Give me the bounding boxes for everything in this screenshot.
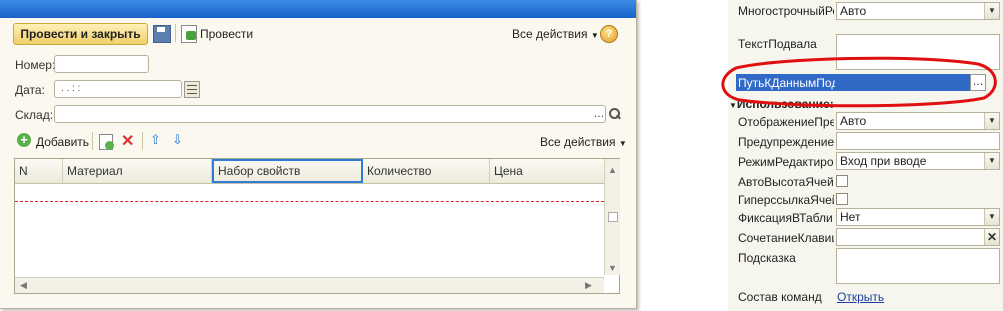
column-header-material[interactable]: Материал [63, 159, 212, 183]
chevron-down-icon: ▼ [618, 139, 627, 148]
shortcut-input[interactable]: ✕ [836, 228, 1000, 246]
auto-height-checkbox[interactable] [836, 175, 848, 187]
fixation-select[interactable]: Нет ▼ [836, 208, 1000, 226]
window-titlebar [0, 0, 636, 18]
horizontal-scrollbar[interactable]: ◀ ▶ [15, 277, 604, 293]
warning-input[interactable] [836, 132, 1000, 150]
dropdown-arrow-icon[interactable]: ▼ [984, 209, 999, 225]
dropdown-arrow-icon[interactable]: ▼ [984, 3, 999, 19]
document-form-window: Провести и закрыть Провести Все действия… [0, 0, 637, 309]
add-icon: + [17, 133, 31, 147]
property-label-warning: ПредупреждениеП [738, 135, 834, 149]
scroll-up-icon[interactable]: ▲ [608, 165, 617, 175]
column-header-price[interactable]: Цена [490, 159, 604, 183]
dropdown-arrow-icon[interactable]: ▼ [984, 113, 999, 129]
scroll-thumb[interactable] [608, 212, 618, 222]
materials-table[interactable]: N Материал Набор свойств Количество Цена… [14, 158, 620, 294]
display-warning-select[interactable]: Авто ▼ [836, 112, 1000, 130]
warehouse-label: Склад: [15, 108, 54, 122]
edit-mode-select[interactable]: Вход при вводе ▼ [836, 152, 1000, 170]
date-input[interactable]: . . : : [54, 80, 182, 98]
toolbar-separator [142, 132, 143, 150]
date-label: Дата: [15, 83, 45, 97]
search-icon[interactable] [607, 106, 621, 122]
number-input[interactable] [54, 55, 149, 73]
chevron-down-icon: ▼ [590, 31, 599, 40]
property-label-commands: Состав команд [738, 290, 822, 304]
delete-row-icon[interactable]: ✕ [121, 131, 134, 151]
add-row-button[interactable]: Добавить [36, 135, 89, 149]
move-up-icon[interactable]: ⇧ [150, 132, 161, 148]
toolbar-separator [92, 132, 93, 150]
post-and-close-button[interactable]: Провести и закрыть [13, 23, 148, 45]
calendar-icon[interactable] [184, 81, 200, 98]
post-button[interactable]: Провести [200, 27, 253, 41]
property-label-hyperlink: ГиперссылкаЯчей [738, 193, 834, 207]
fixation-value: Нет [840, 210, 861, 224]
property-label-tooltip: Подсказка [738, 251, 796, 265]
copy-row-icon[interactable] [99, 134, 114, 150]
all-actions-label: Все действия [512, 27, 588, 41]
scroll-left-icon[interactable]: ◀ [20, 280, 27, 291]
property-label-auto-height: АвтоВысотаЯчейк [738, 175, 834, 189]
property-label-shortcut: СочетаниеКлавиш [738, 231, 834, 245]
dropdown-arrow-icon[interactable]: ▼ [984, 153, 999, 169]
property-label-edit-mode: РежимРедактиров [738, 155, 834, 169]
property-label-display-warning: ОтображениеПред [738, 115, 834, 129]
red-highlight-annotation [721, 56, 997, 108]
move-down-icon[interactable]: ⇩ [172, 132, 183, 148]
scroll-down-icon[interactable]: ▼ [608, 263, 617, 273]
edit-mode-value: Вход при вводе [840, 154, 927, 168]
multiline-value: Авто [840, 4, 867, 18]
table-row[interactable] [15, 201, 604, 202]
post-document-icon [181, 25, 197, 43]
number-label: Номер: [15, 58, 56, 72]
column-header-property-set[interactable]: Набор свойств [212, 159, 363, 183]
help-icon[interactable]: ? [600, 25, 618, 43]
tooltip-input[interactable] [836, 248, 1000, 284]
warehouse-input[interactable] [54, 105, 606, 123]
table-all-actions-label: Все действия [540, 135, 616, 149]
property-label-fixation: ФиксацияВТабли [738, 211, 833, 225]
toolbar-separator [175, 24, 176, 42]
table-all-actions-menu[interactable]: Все действия ▼ [540, 135, 627, 149]
ellipsis-icon[interactable]: … [592, 106, 606, 122]
column-header-quantity[interactable]: Количество [363, 159, 490, 183]
display-warning-value: Авто [840, 114, 867, 128]
clear-icon[interactable]: ✕ [984, 229, 999, 245]
save-icon[interactable] [153, 25, 171, 43]
scroll-right-icon[interactable]: ▶ [585, 280, 592, 291]
property-label-multiline: МногострочныйРе [738, 4, 834, 18]
multiline-select[interactable]: Авто ▼ [836, 2, 1000, 20]
property-label-footer-text: ТекстПодвала [738, 37, 817, 51]
hyperlink-checkbox[interactable] [836, 193, 848, 205]
table-header: N Материал Набор свойств Количество Цена [15, 159, 604, 184]
vertical-scrollbar[interactable]: ▲ ▼ [604, 159, 620, 275]
commands-open-link[interactable]: Открыть [837, 290, 884, 304]
all-actions-menu[interactable]: Все действия ▼ [512, 27, 599, 41]
column-header-n[interactable]: N [15, 159, 63, 183]
